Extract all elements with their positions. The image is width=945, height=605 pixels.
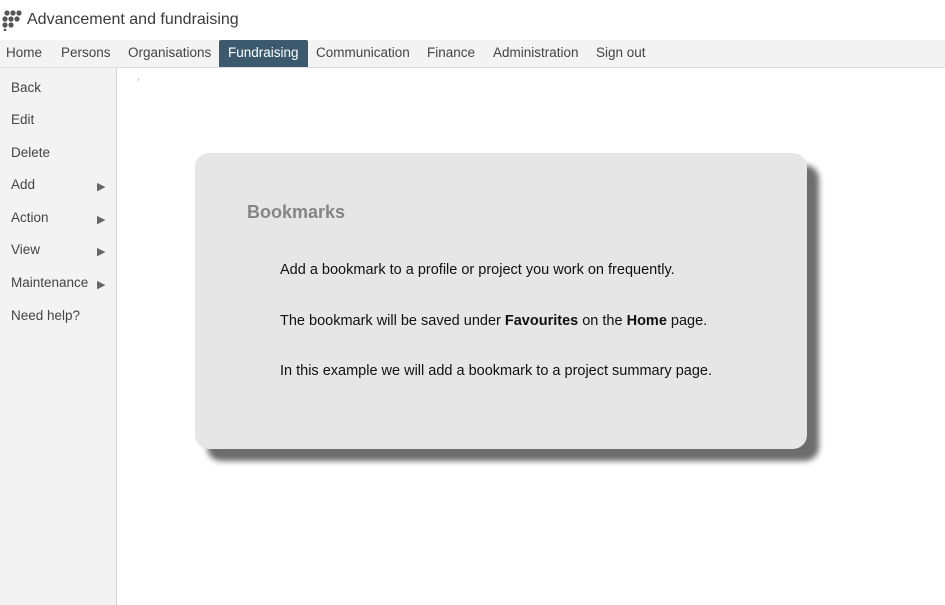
sidebar-item-delete[interactable]: Delete (11, 145, 50, 160)
sidebar-item-need-help[interactable]: Need help? (11, 308, 80, 323)
card-title: Bookmarks (247, 202, 346, 222)
favourites-emphasis: Favourites (504, 313, 579, 329)
menu-item-sign-out[interactable]: Sign out (596, 40, 646, 67)
menu-item-persons[interactable]: Persons (61, 40, 111, 67)
sidebar-item-action[interactable]: Action (11, 210, 49, 225)
sidebar-item-maintenance[interactable]: Maintenance (11, 275, 88, 290)
sidebar: Back Edit Delete Add ▶ Action ▶ View ▶ M… (0, 68, 117, 605)
menu-item-fundraising[interactable]: Fundraising (219, 40, 308, 67)
sidebar-item-edit[interactable]: Edit (11, 112, 34, 127)
app-title: Advancement and fundraising (27, 11, 239, 28)
menu-item-finance[interactable]: Finance (427, 40, 475, 67)
app-logo-icon (2, 10, 22, 31)
menu-item-communication[interactable]: Communication (316, 40, 410, 67)
card-line-1: Add a bookmark to a profile or project y… (280, 262, 675, 278)
card-line-3: In this example we will add a bookmark t… (280, 363, 712, 379)
main-menu: Home Persons Organisations Fundraising C… (0, 40, 945, 68)
title-bar: Advancement and fundraising (0, 0, 945, 40)
menu-item-administration[interactable]: Administration (493, 40, 579, 67)
card-line-2-after: page. (666, 313, 708, 329)
home-emphasis: Home (626, 313, 667, 329)
card-line-2: The bookmark will be saved under Favouri… (280, 313, 707, 329)
maintenance-submenu-arrow-icon[interactable]: ▶ (97, 278, 105, 291)
add-submenu-arrow-icon[interactable]: ▶ (97, 180, 105, 193)
sidebar-item-back[interactable]: Back (11, 80, 41, 95)
tutorial-card: Bookmarks Add a bookmark to a profile or… (195, 153, 807, 449)
card-line-2-middle: on the (578, 313, 627, 329)
action-submenu-arrow-icon[interactable]: ▶ (97, 213, 105, 226)
menu-item-home[interactable]: Home (6, 40, 42, 67)
content-marker: ' (138, 78, 140, 87)
sidebar-item-add[interactable]: Add (11, 177, 35, 192)
card-line-2-before: The bookmark will be saved under (280, 313, 505, 329)
view-submenu-arrow-icon[interactable]: ▶ (97, 245, 105, 258)
sidebar-item-view[interactable]: View (11, 242, 40, 257)
menu-item-organisations[interactable]: Organisations (128, 40, 211, 67)
